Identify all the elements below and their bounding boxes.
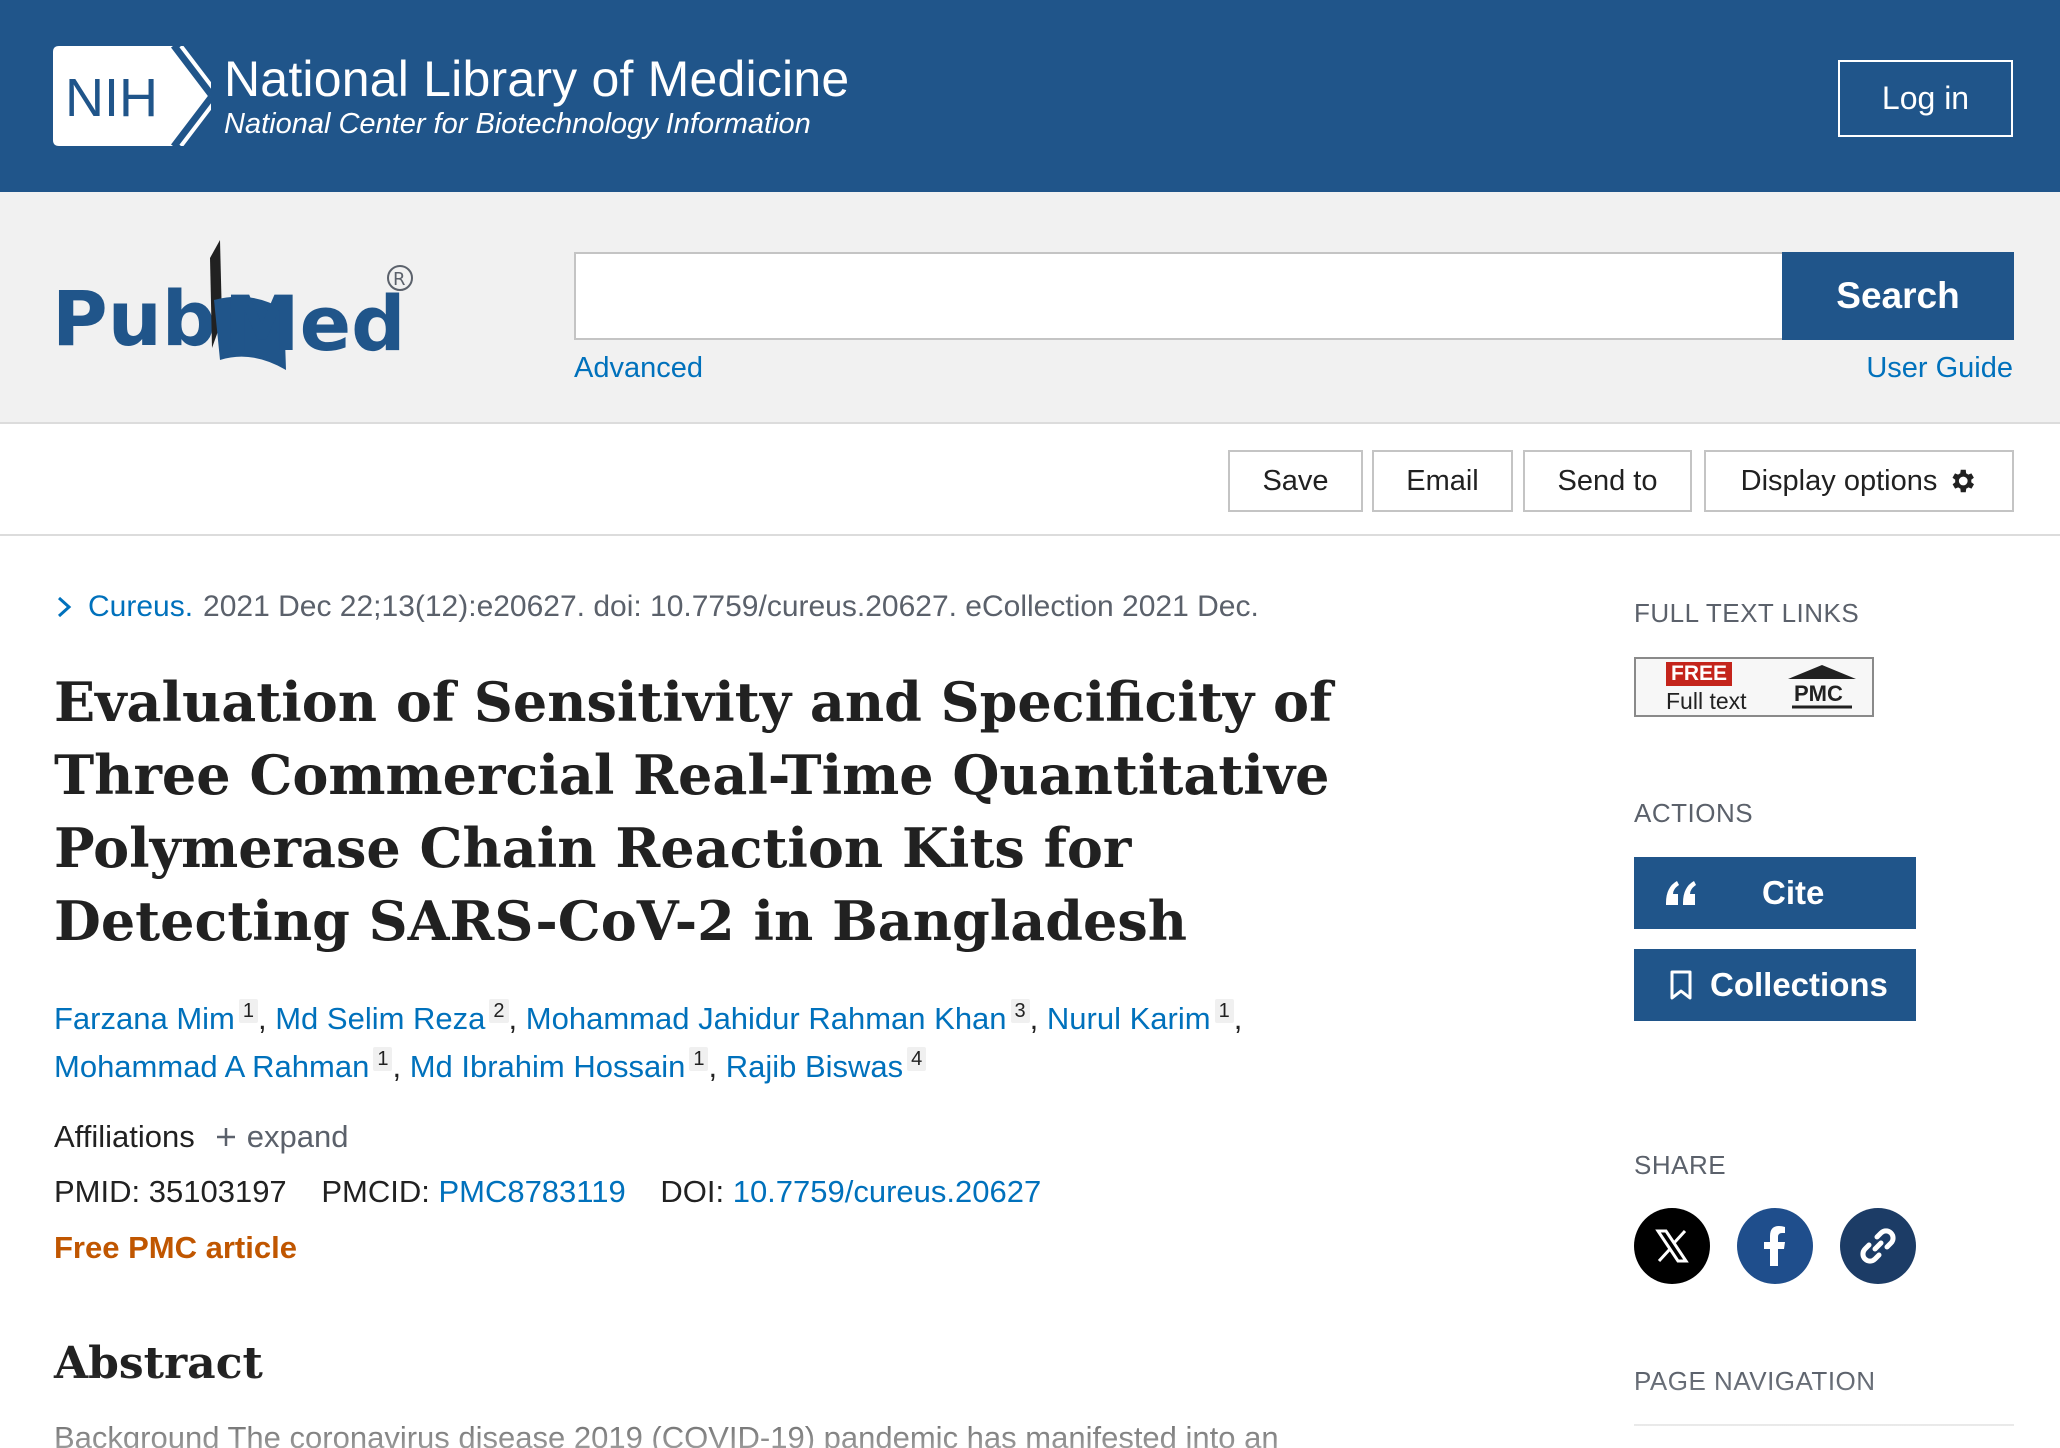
- cite-button[interactable]: Cite: [1634, 857, 1916, 929]
- expand-label: expand: [246, 1119, 349, 1154]
- affiliations-row: Affiliations expand: [54, 1119, 348, 1155]
- gear-icon: [1952, 469, 1975, 493]
- full-text-links-heading: FULL TEXT LINKS: [1634, 598, 1860, 628]
- doi-label: DOI:: [660, 1174, 725, 1209]
- author-link[interactable]: Mohammad Jahidur Rahman Khan: [526, 1001, 1007, 1036]
- pmc-full-text-link[interactable]: FREE Full text PMC: [1634, 657, 1874, 717]
- login-button[interactable]: Log in: [1838, 60, 2013, 137]
- quote-icon: [1656, 879, 1706, 907]
- link-icon: [1860, 1228, 1896, 1264]
- identifier-row: PMID: 35103197 PMCID: PMC8783119 DOI: 10…: [54, 1174, 1041, 1210]
- page-navigation-heading: PAGE NAVIGATION: [1634, 1366, 1876, 1396]
- share-link-button[interactable]: [1840, 1208, 1916, 1284]
- affiliations-label: Affiliations: [54, 1119, 195, 1154]
- ncbi-subtitle: National Center for Biotechnology Inform…: [224, 108, 811, 140]
- svg-text:Med: Med: [224, 279, 406, 368]
- page-navigation-divider: [1634, 1424, 2014, 1426]
- pmcid-link[interactable]: PMC8783119: [438, 1174, 625, 1209]
- user-guide-link[interactable]: User Guide: [1866, 352, 2013, 385]
- author-link[interactable]: Mohammad A Rahman: [54, 1049, 369, 1084]
- affiliation-number[interactable]: 1: [238, 999, 258, 1023]
- article-toolbar: Save Email Send to Display options: [0, 424, 2060, 536]
- author-list: Farzana Mim 1, Md Selim Reza 2, Mohammad J…: [54, 999, 1243, 1084]
- pmid-label: PMID:: [54, 1174, 141, 1209]
- nih-logo[interactable]: NIH: [53, 46, 211, 146]
- share-x-button[interactable]: [1634, 1208, 1710, 1284]
- search-input[interactable]: [574, 252, 1784, 340]
- facebook-icon: [1764, 1226, 1785, 1266]
- collections-label: Collections: [1710, 966, 1888, 1003]
- save-button[interactable]: Save: [1228, 450, 1363, 512]
- affiliation-number[interactable]: 3: [1010, 999, 1030, 1023]
- affiliation-number[interactable]: 4: [907, 1047, 927, 1071]
- journal-link[interactable]: Cureus.: [88, 590, 193, 624]
- full-text-label: Full text: [1666, 688, 1747, 714]
- affiliation-number[interactable]: 1: [689, 1047, 709, 1071]
- author-link[interactable]: Md Selim Reza: [275, 1001, 485, 1036]
- citation-details: 2021 Dec 22;13(12):e20627. doi: 10.7759/…: [203, 590, 1259, 623]
- article-title: Evaluation of Sensitivity and Specificit…: [54, 670, 1333, 953]
- svg-text:NIH: NIH: [65, 68, 158, 128]
- pmid-value: 35103197: [148, 1174, 287, 1209]
- pubmed-logo[interactable]: Pub Med R: [52, 240, 424, 370]
- free-badge: FREE: [1666, 662, 1733, 686]
- display-options-label: Display options: [1740, 464, 1938, 497]
- author-link[interactable]: Rajib Biswas: [726, 1049, 903, 1084]
- pmcid-label: PMCID:: [321, 1174, 430, 1209]
- abstract-heading: Abstract: [54, 1338, 263, 1389]
- affiliation-number[interactable]: 2: [489, 999, 509, 1023]
- bookmark-icon: [1656, 969, 1706, 1001]
- abstract-text: Background The coronavirus disease 2019 …: [54, 1420, 1279, 1448]
- svg-text:Pub: Pub: [52, 274, 216, 363]
- share-heading: SHARE: [1634, 1150, 1727, 1180]
- x-icon: [1655, 1229, 1689, 1263]
- svg-text:R: R: [393, 269, 406, 290]
- affiliation-number[interactable]: 1: [1214, 999, 1234, 1023]
- email-button[interactable]: Email: [1372, 450, 1513, 512]
- send-to-button[interactable]: Send to: [1523, 450, 1692, 512]
- plus-icon: [216, 1128, 235, 1146]
- affiliations-expand-button[interactable]: expand: [213, 1119, 349, 1155]
- collections-button[interactable]: Collections: [1634, 949, 1916, 1021]
- advanced-search-link[interactable]: Advanced: [574, 352, 703, 385]
- author-link[interactable]: Farzana Mim: [54, 1001, 235, 1036]
- author-link[interactable]: Nurul Karim: [1047, 1001, 1211, 1036]
- free-pmc-article-label: Free PMC article: [54, 1230, 297, 1265]
- author-link[interactable]: Md Ibrahim Hossain: [410, 1049, 686, 1084]
- cite-label: Cite: [1762, 874, 1825, 911]
- search-band: Pub Med R Search Advanced User Guide: [0, 192, 2060, 424]
- pmc-logo: PMC: [1788, 665, 1856, 709]
- chevron-right-icon[interactable]: [54, 592, 76, 622]
- affiliation-number[interactable]: 1: [373, 1047, 393, 1071]
- actions-heading: ACTIONS: [1634, 798, 1754, 828]
- search-button[interactable]: Search: [1782, 252, 2014, 340]
- share-facebook-button[interactable]: [1737, 1208, 1813, 1284]
- doi-link[interactable]: 10.7759/cureus.20627: [733, 1174, 1042, 1209]
- svg-text:PMC: PMC: [1794, 681, 1843, 706]
- display-options-button[interactable]: Display options: [1704, 450, 2014, 512]
- citation-line: Cureus. 2021 Dec 22;13(12):e20627. doi: …: [54, 590, 1259, 624]
- nih-header: NIH National Library of Medicine Nationa…: [0, 0, 2060, 192]
- nlm-title[interactable]: National Library of Medicine: [224, 50, 849, 108]
